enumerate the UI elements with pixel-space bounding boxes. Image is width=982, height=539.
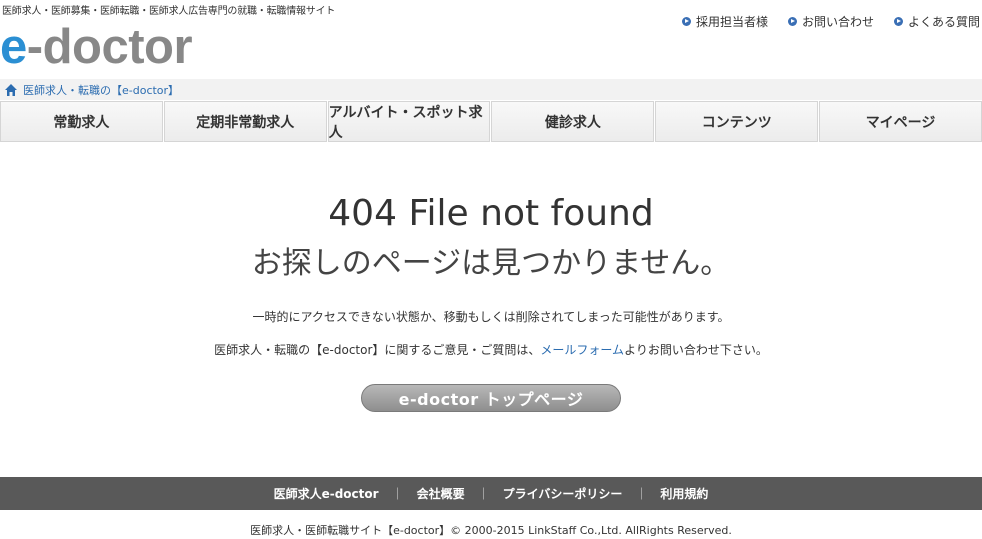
nav-fulltime[interactable]: 常勤求人 bbox=[0, 101, 163, 142]
contact-message-suffix: よりお問い合わせ下さい。 bbox=[624, 343, 768, 357]
mail-form-link[interactable]: メールフォーム bbox=[540, 343, 624, 357]
arrow-circle-icon bbox=[681, 17, 691, 26]
footer-link-terms[interactable]: 利用規約 bbox=[647, 485, 721, 502]
error-subtitle: お探しのページは見つかりません。 bbox=[251, 246, 731, 281]
footer-nav: 医師求人e-doctor ｜ 会社概要 ｜ プライバシーポリシー ｜ 利用規約 bbox=[0, 477, 982, 510]
site-tagline: 医師求人・医師募集・医師転職・医師求人広告専門の就職・転職情報サイト bbox=[2, 6, 336, 17]
footer-separator: ｜ bbox=[477, 487, 490, 501]
copyright: 医師求人・医師転職サイト【e-doctor】© 2000-2015 LinkSt… bbox=[250, 524, 732, 537]
breadcrumb-home-link[interactable]: 医師求人・転職の【e-doctor】 bbox=[23, 82, 179, 98]
footer-link-privacy[interactable]: プライバシーポリシー bbox=[490, 485, 636, 502]
site-logo[interactable]: e-doctor bbox=[0, 18, 193, 76]
faq-link[interactable]: よくある質問 bbox=[893, 13, 980, 30]
nav-mypage[interactable]: マイページ bbox=[819, 101, 982, 142]
contact-link-label: お問い合わせ bbox=[801, 15, 874, 29]
nav-spot-parttime[interactable]: アルバイト・スポット求人 bbox=[327, 101, 491, 142]
recruiter-link-label: 採用担当者様 bbox=[695, 15, 768, 29]
faq-link-label: よくある質問 bbox=[907, 15, 980, 29]
home-icon[interactable] bbox=[4, 83, 18, 97]
contact-message-prefix: 医師求人・転職の【e-doctor】に関するご意見・ご質問は、 bbox=[214, 343, 541, 357]
error-message: 一時的にアクセスできない状態か、移動もしくは削除されてしまった可能性があります。 bbox=[252, 310, 730, 324]
error-title: 404 File not found bbox=[328, 193, 654, 234]
arrow-circle-icon bbox=[893, 17, 903, 26]
logo-e: e bbox=[0, 20, 27, 74]
logo-rest: -doctor bbox=[26, 20, 193, 74]
contact-message: 医師求人・転職の【e-doctor】に関するご意見・ご質問は、メールフォームより… bbox=[0, 341, 982, 358]
main-nav: 常勤求人 定期非常勤求人 アルバイト・スポット求人 健診求人 コンテンツ マイペ… bbox=[0, 100, 982, 142]
arrow-circle-icon bbox=[787, 17, 797, 26]
footer-link-home[interactable]: 医師求人e-doctor bbox=[261, 485, 392, 502]
header-links: 採用担当者様 お問い合わせ よくある質問 bbox=[681, 13, 980, 30]
recruiter-link[interactable]: 採用担当者様 bbox=[681, 13, 768, 30]
nav-checkup[interactable]: 健診求人 bbox=[491, 101, 655, 142]
footer-separator: ｜ bbox=[391, 487, 404, 501]
breadcrumb: 医師求人・転職の【e-doctor】 bbox=[0, 79, 982, 100]
contact-link[interactable]: お問い合わせ bbox=[787, 13, 874, 30]
nav-contents[interactable]: コンテンツ bbox=[655, 101, 819, 142]
top-page-button[interactable]: e-doctor トップページ bbox=[361, 384, 621, 412]
footer-separator: ｜ bbox=[635, 487, 648, 501]
footer-link-company[interactable]: 会社概要 bbox=[404, 485, 478, 502]
nav-regular-parttime[interactable]: 定期非常勤求人 bbox=[163, 101, 327, 142]
